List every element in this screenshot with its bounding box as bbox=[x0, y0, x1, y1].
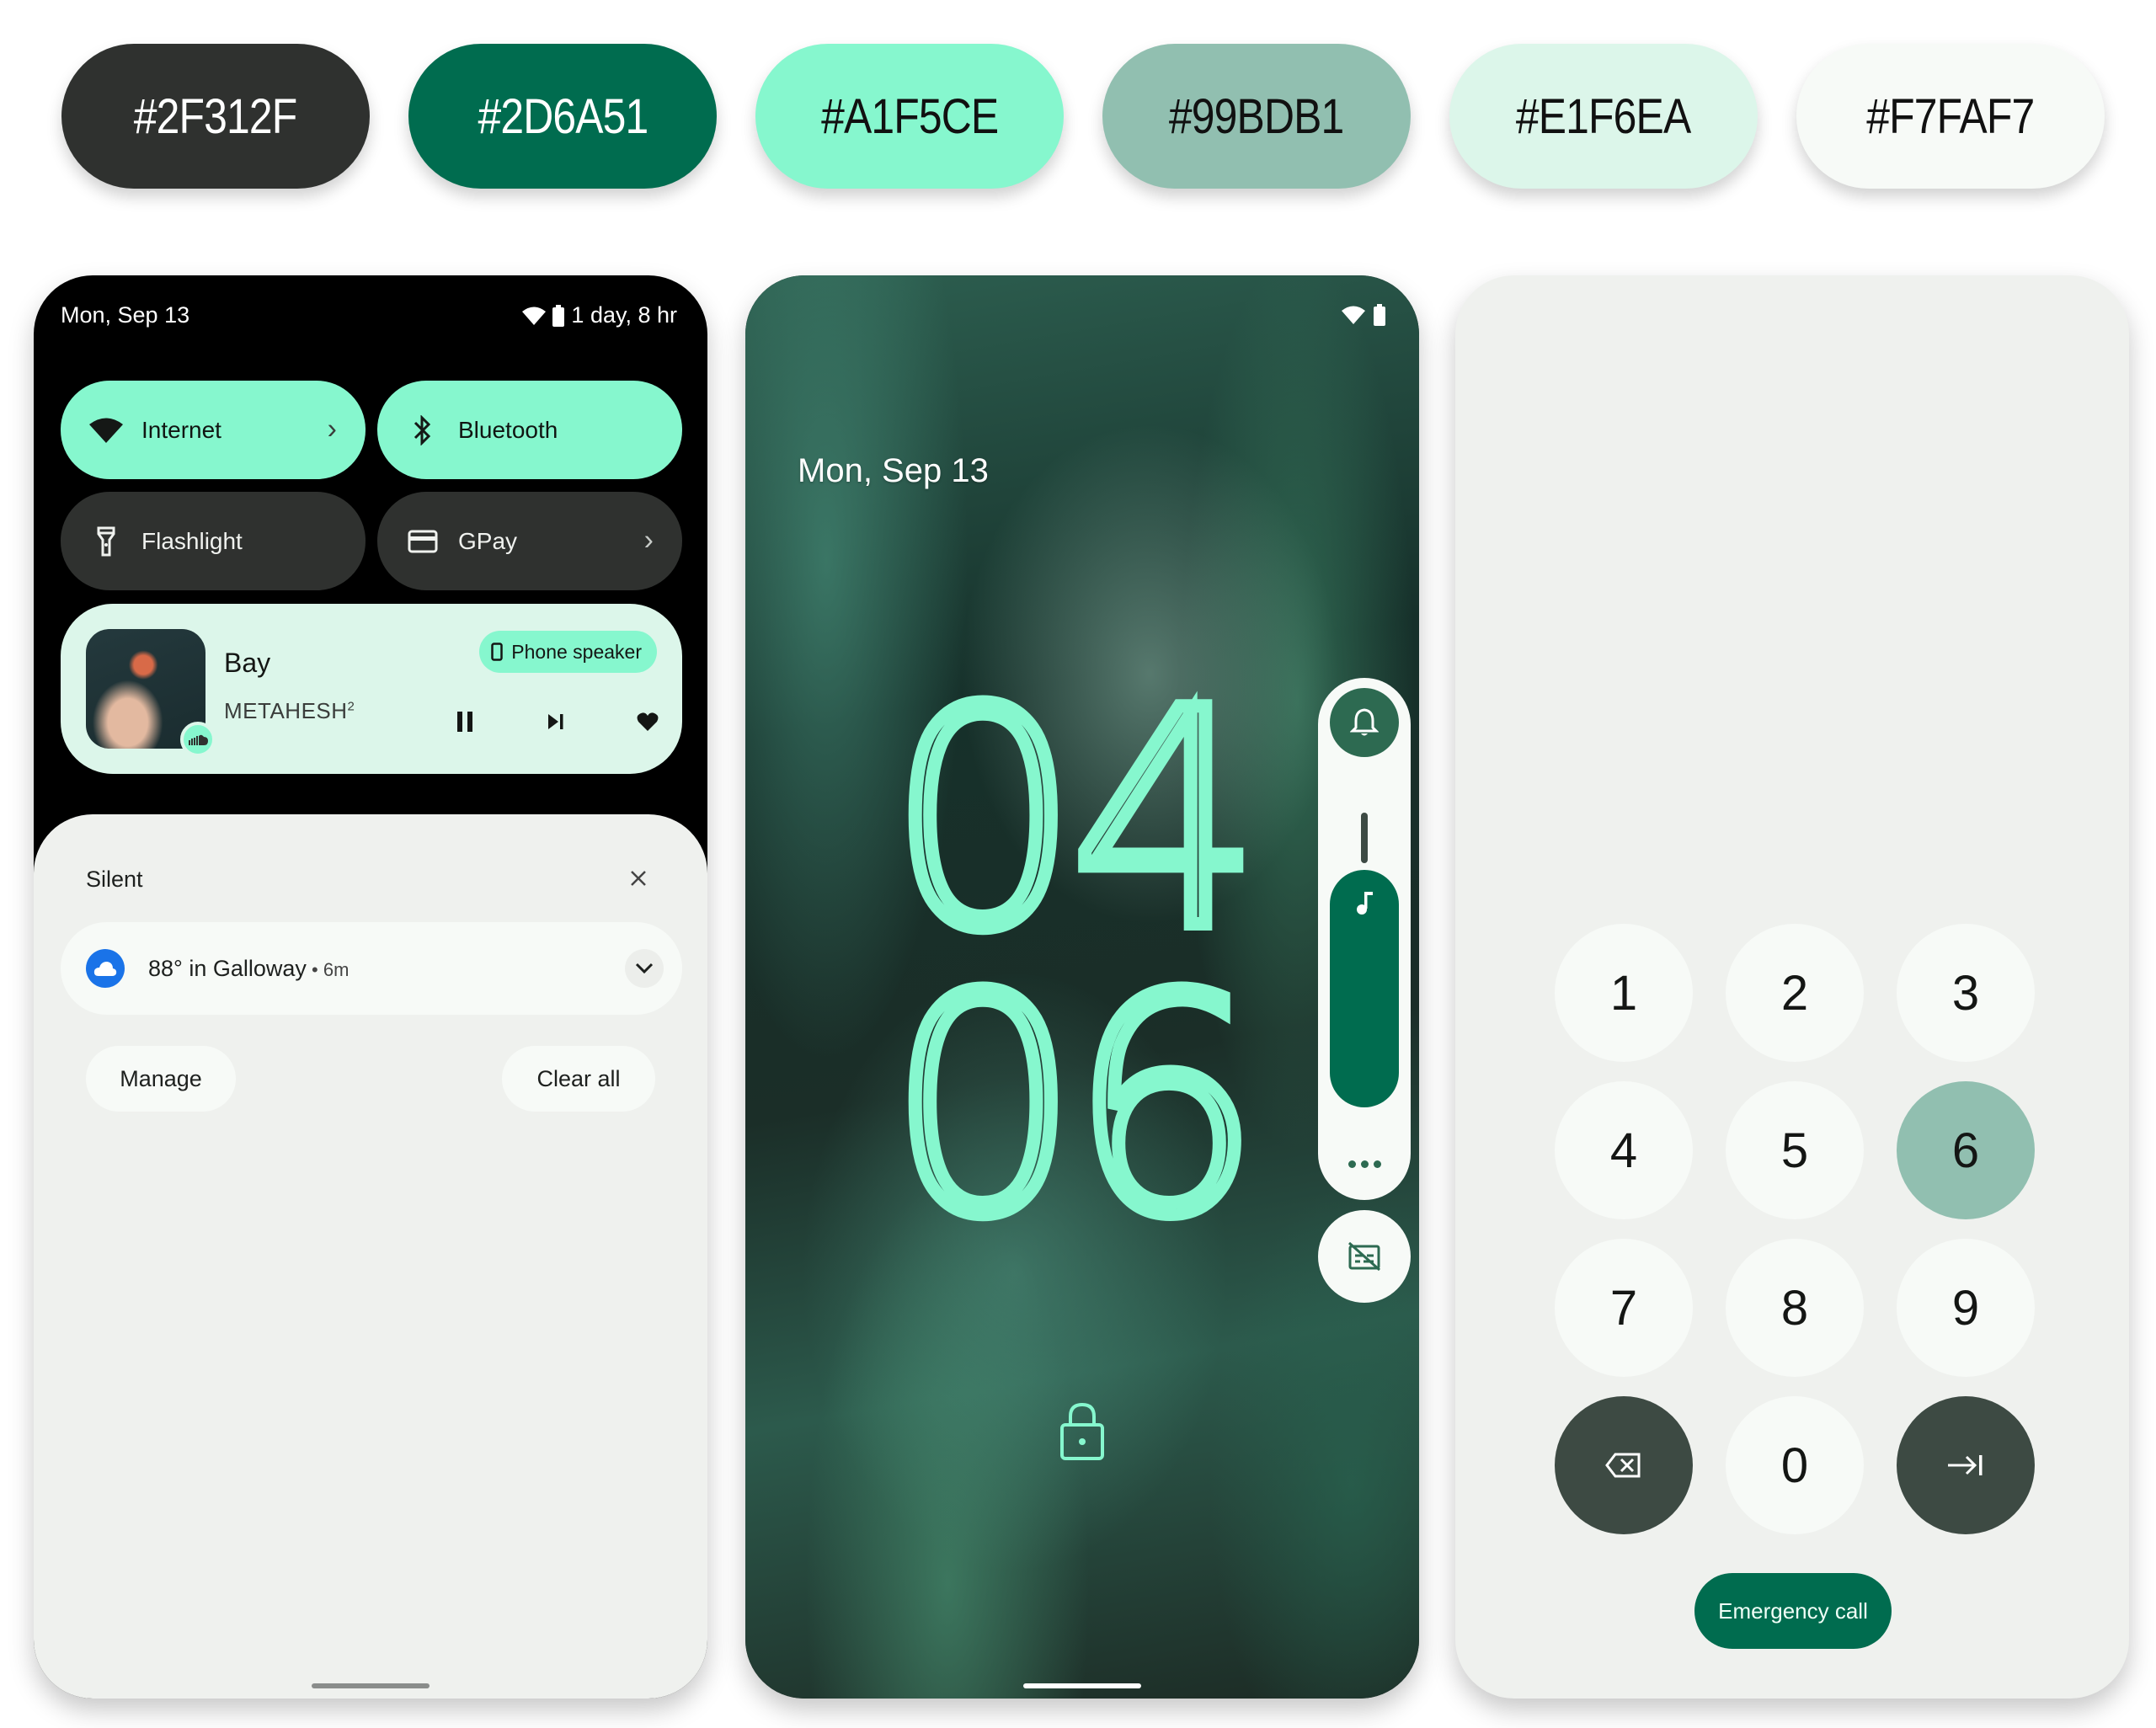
artist-name: METAHESH bbox=[224, 698, 348, 723]
digit-key-7[interactable]: 7 bbox=[1555, 1239, 1693, 1377]
swatch-hex-label: #F7FAF7 bbox=[1866, 88, 2035, 144]
output-label: Phone speaker bbox=[511, 640, 642, 663]
digit-key-2[interactable]: 2 bbox=[1726, 924, 1864, 1062]
lock-icon[interactable] bbox=[1059, 1401, 1106, 1462]
card-icon bbox=[406, 525, 440, 558]
digit-key-5[interactable]: 5 bbox=[1726, 1081, 1864, 1219]
manage-button[interactable]: Manage bbox=[86, 1046, 236, 1112]
notification-title: 88° in Galloway bbox=[148, 955, 307, 981]
close-icon[interactable] bbox=[623, 863, 654, 893]
notification-text: 88° in Galloway • 6m bbox=[148, 956, 349, 982]
bell-icon[interactable] bbox=[1330, 688, 1399, 757]
media-player-card: Bay METAHESH2 Phone speaker bbox=[61, 604, 682, 774]
color-swatch: #2D6A51 bbox=[408, 44, 717, 189]
nav-handle[interactable] bbox=[1023, 1683, 1141, 1688]
music-note-icon bbox=[1330, 890, 1399, 915]
soundcloud-icon bbox=[180, 722, 216, 757]
clear-all-button[interactable]: Clear all bbox=[502, 1046, 655, 1112]
color-swatch: #2F312F bbox=[61, 44, 370, 189]
emergency-call-button[interactable]: Emergency call bbox=[1694, 1573, 1892, 1649]
enter-arrow-icon bbox=[1948, 1455, 1983, 1475]
lockscreen-date: Mon, Sep 13 bbox=[798, 452, 989, 489]
swatch-hex-label: #2F312F bbox=[134, 88, 297, 144]
digit-key-8[interactable]: 8 bbox=[1726, 1239, 1864, 1377]
tile-label: Flashlight bbox=[141, 527, 243, 554]
phone-icon bbox=[491, 643, 504, 661]
color-swatch: #99BDB1 bbox=[1102, 44, 1411, 189]
swatch-hex-label: #E1F6EA bbox=[1516, 88, 1691, 144]
more-dots-icon[interactable] bbox=[1318, 1160, 1411, 1168]
color-swatch: #A1F5CE bbox=[755, 44, 1064, 189]
clock-hours: 04 bbox=[882, 646, 1267, 995]
digit-key-4[interactable]: 4 bbox=[1555, 1081, 1693, 1219]
tile-flashlight[interactable]: Flashlight bbox=[61, 492, 366, 590]
battery-icon bbox=[1374, 304, 1385, 326]
enter-key[interactable] bbox=[1897, 1396, 2035, 1534]
digit-label: 5 bbox=[1780, 1123, 1809, 1178]
notification-separator: • bbox=[306, 958, 323, 980]
notification-item[interactable]: 88° in Galloway • 6m bbox=[61, 922, 682, 1015]
status-icons: 1 day, 8 hr bbox=[522, 302, 677, 328]
wifi-icon bbox=[89, 413, 123, 447]
chevron-down-icon[interactable] bbox=[625, 949, 664, 988]
color-swatch: #E1F6EA bbox=[1449, 44, 1758, 189]
notification-shade: Silent 88° in Galloway • 6m Manage Clear… bbox=[34, 814, 707, 1699]
digit-key-0[interactable]: 0 bbox=[1726, 1396, 1864, 1534]
song-artist: METAHESH2 bbox=[224, 698, 355, 724]
backspace-key[interactable] bbox=[1555, 1396, 1693, 1534]
wifi-icon bbox=[522, 307, 547, 325]
digit-label: 6 bbox=[1951, 1123, 1980, 1178]
weather-cloud-icon bbox=[86, 949, 125, 988]
song-title: Bay bbox=[224, 648, 271, 678]
flashlight-icon bbox=[89, 525, 123, 558]
tile-label: Internet bbox=[141, 416, 221, 443]
digit-key-1[interactable]: 1 bbox=[1555, 924, 1693, 1062]
digit-label: 8 bbox=[1780, 1280, 1809, 1336]
volume-panel bbox=[1318, 678, 1411, 1200]
pin-entry-screen: 1 2 3 4 5 6 7 8 9 0 Emergency call bbox=[1455, 275, 2129, 1699]
digit-key-3[interactable]: 3 bbox=[1897, 924, 2035, 1062]
digit-label: 2 bbox=[1780, 965, 1809, 1021]
swatch-hex-label: #2D6A51 bbox=[478, 88, 648, 144]
chevron-right-icon: › bbox=[327, 413, 337, 445]
volume-track bbox=[1361, 813, 1368, 863]
digit-key-9[interactable]: 9 bbox=[1897, 1239, 2035, 1377]
pause-icon[interactable] bbox=[448, 705, 482, 739]
artist-superscript: 2 bbox=[347, 699, 355, 714]
swatch-hex-label: #99BDB1 bbox=[1169, 88, 1344, 144]
bluetooth-icon bbox=[406, 413, 440, 447]
status-date: Mon, Sep 13 bbox=[61, 302, 190, 328]
output-switcher-chip[interactable]: Phone speaker bbox=[479, 631, 657, 673]
tile-gpay[interactable]: GPay › bbox=[377, 492, 682, 590]
heart-icon[interactable] bbox=[631, 705, 664, 739]
captions-off-icon[interactable] bbox=[1318, 1210, 1411, 1303]
digit-key-6[interactable]: 6 bbox=[1897, 1081, 2035, 1219]
tile-internet[interactable]: Internet › bbox=[61, 381, 366, 479]
chevron-right-icon: › bbox=[643, 524, 654, 557]
swatch-hex-label: #A1F5CE bbox=[820, 88, 999, 144]
wifi-icon bbox=[1342, 306, 1365, 324]
clock-minutes: 06 bbox=[882, 932, 1267, 1281]
quick-settings-screen: Mon, Sep 13 1 day, 8 hr Internet › Bluet… bbox=[34, 275, 707, 1699]
notification-age: 6m bbox=[323, 958, 350, 980]
tile-label: GPay bbox=[458, 527, 518, 554]
tile-label: Bluetooth bbox=[458, 416, 558, 443]
digit-label: 1 bbox=[1609, 965, 1638, 1021]
digit-label: 3 bbox=[1951, 965, 1980, 1021]
battery-icon bbox=[552, 304, 565, 327]
backspace-icon bbox=[1605, 1453, 1641, 1478]
section-label-silent: Silent bbox=[86, 867, 143, 892]
volume-slider[interactable] bbox=[1330, 870, 1399, 1107]
tile-bluetooth[interactable]: Bluetooth bbox=[377, 381, 682, 479]
digit-label: 0 bbox=[1780, 1437, 1809, 1493]
digit-label: 7 bbox=[1609, 1280, 1638, 1336]
skip-next-icon[interactable] bbox=[539, 705, 573, 739]
color-swatch: #F7FAF7 bbox=[1796, 44, 2105, 189]
lock-screen: Mon, Sep 13 04 06 bbox=[745, 275, 1419, 1699]
digit-label: 4 bbox=[1609, 1123, 1638, 1178]
battery-text: 1 day, 8 hr bbox=[571, 302, 677, 328]
nav-handle[interactable] bbox=[312, 1683, 430, 1688]
status-icons bbox=[1342, 304, 1385, 326]
digit-label: 9 bbox=[1951, 1280, 1980, 1336]
